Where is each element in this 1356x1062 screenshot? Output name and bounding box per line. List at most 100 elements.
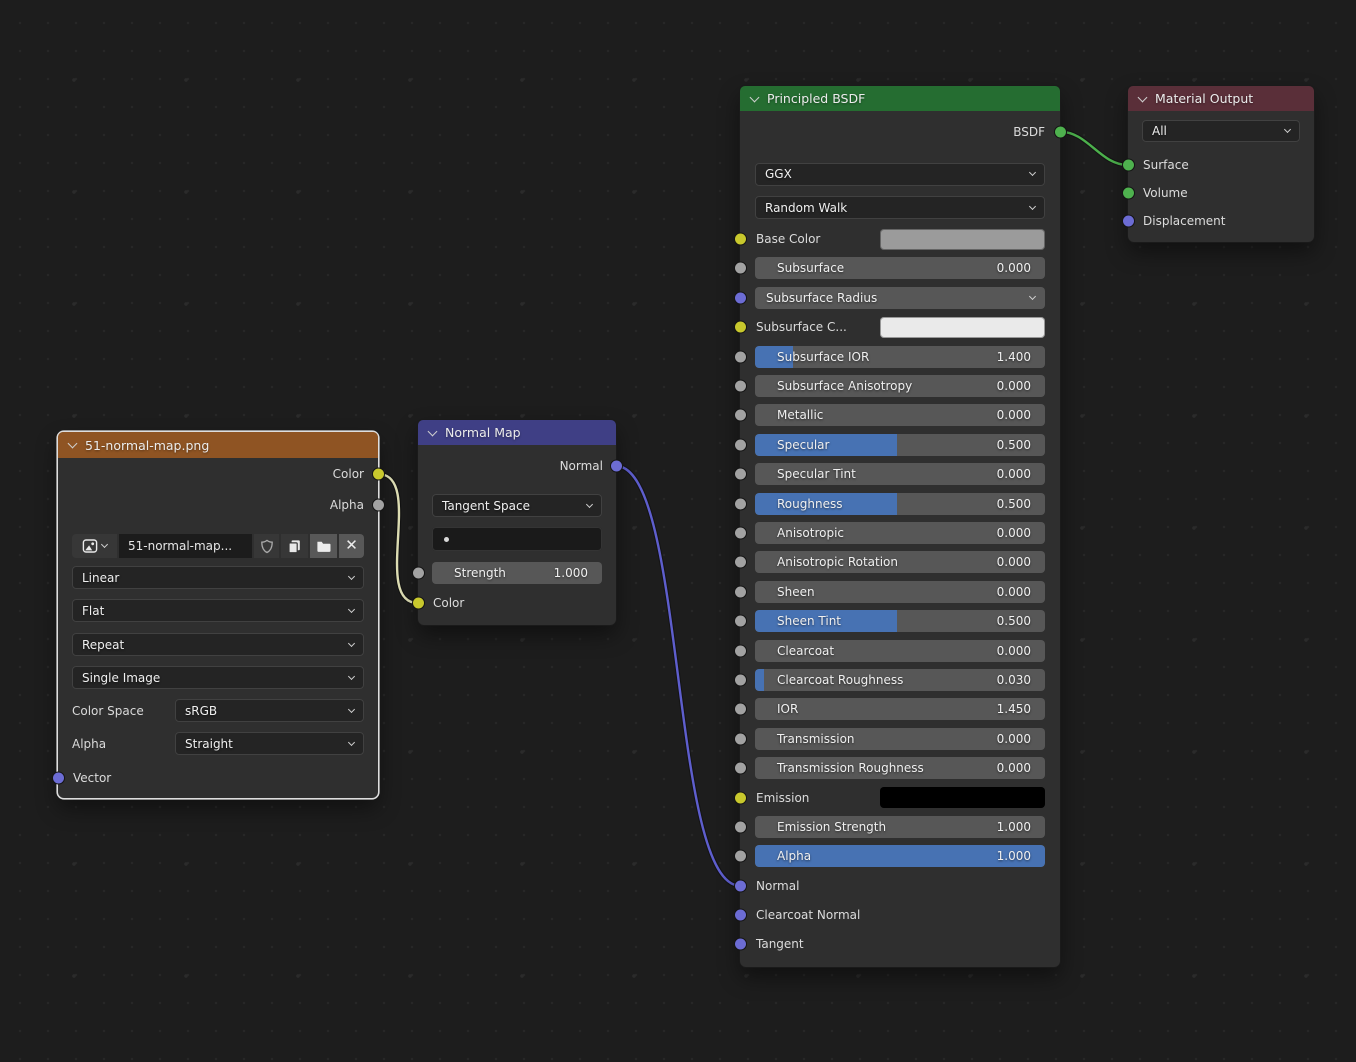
space-dropdown[interactable]: Tangent Space (432, 494, 602, 517)
transmission-roughness-slider[interactable]: Transmission Roughness0.000 (755, 757, 1045, 779)
sheen-slider[interactable]: Sheen0.000 (755, 581, 1045, 603)
alpha-value: 1.000 (997, 849, 1031, 863)
subsurface-c-input-socket[interactable] (734, 321, 747, 334)
uv-map-field[interactable] (432, 527, 602, 551)
strength-value: 1.000 (554, 566, 588, 580)
alpha-mode-row: Alpha Straight (72, 732, 364, 755)
displacement-input-socket[interactable] (1122, 215, 1135, 228)
specular-tint-slider[interactable]: Specular Tint0.000 (755, 463, 1045, 485)
subsurface-radius-dropdown[interactable]: Subsurface Radius (755, 287, 1045, 309)
ior-input-socket[interactable] (734, 703, 747, 716)
subsurface-slider[interactable]: Subsurface0.000 (755, 257, 1045, 279)
clearcoat-roughness-input-socket[interactable] (734, 673, 747, 686)
anisotropic-slider[interactable]: Anisotropic0.000 (755, 522, 1045, 544)
subsurface-c-color-swatch[interactable] (880, 317, 1045, 338)
subsurface-radius-input-socket[interactable] (734, 291, 747, 304)
normal-output-socket[interactable] (610, 460, 623, 473)
subsurface-anisotropy-input-socket[interactable] (734, 380, 747, 393)
transmission-slider[interactable]: Transmission0.000 (755, 728, 1045, 750)
extension-dropdown[interactable]: Repeat (72, 633, 364, 656)
bsdf-output-socket[interactable] (1054, 125, 1067, 138)
specular-slider[interactable]: Specular0.500 (755, 434, 1045, 456)
emission-color-swatch[interactable] (880, 787, 1045, 808)
sheen-tint-slider[interactable]: Sheen Tint0.500 (755, 610, 1045, 632)
collapse-chevron-icon[interactable] (68, 439, 78, 449)
alpha-input-socket[interactable] (734, 850, 747, 863)
emission-input-socket[interactable] (734, 791, 747, 804)
subsurface-ior-slider[interactable]: Subsurface IOR1.400 (755, 346, 1045, 368)
specular-tint-input-socket[interactable] (734, 468, 747, 481)
anisotropic-rotation-input-socket[interactable] (734, 556, 747, 569)
projection-dropdown[interactable]: Flat (72, 599, 364, 622)
color-output-socket[interactable] (372, 468, 385, 481)
clearcoat-label: Clearcoat (777, 644, 834, 658)
tangent-input-socket[interactable] (734, 938, 747, 951)
sheen-tint-input-socket[interactable] (734, 615, 747, 628)
base-color-input-socket[interactable] (734, 233, 747, 246)
alpha-output-socket[interactable] (372, 499, 385, 512)
random-walk-dropdown[interactable]: Random Walk (755, 196, 1045, 219)
anisotropic-rotation-slider[interactable]: Anisotropic Rotation0.000 (755, 551, 1045, 573)
extension-value: Repeat (82, 638, 124, 652)
emission-strength-slider[interactable]: Emission Strength1.000 (755, 816, 1045, 838)
transmission-roughness-input-socket[interactable] (734, 762, 747, 775)
collapse-chevron-icon[interactable] (750, 92, 760, 102)
specular-input-socket[interactable] (734, 438, 747, 451)
duplicate-button[interactable] (281, 534, 308, 558)
collapse-chevron-icon[interactable] (428, 426, 438, 436)
sheen-tint-label: Sheen Tint (777, 614, 841, 628)
transmission-input-socket[interactable] (734, 732, 747, 745)
surface-input-label: Surface (1142, 158, 1189, 172)
color-space-dropdown[interactable]: sRGB (175, 699, 364, 722)
subsurface-input-socket[interactable] (734, 262, 747, 275)
vector-input-socket[interactable] (52, 772, 65, 785)
target-dropdown[interactable]: All (1142, 120, 1300, 142)
image-texture-node[interactable]: 51-normal-map.png Color Alpha 51-norm (58, 432, 378, 798)
ior-slider[interactable]: IOR1.450 (755, 698, 1045, 720)
anisotropic-input-socket[interactable] (734, 526, 747, 539)
strength-slider[interactable]: Strength 1.000 (432, 562, 602, 584)
clearcoat-roughness-slider-fill (755, 669, 764, 691)
base-color-color-swatch[interactable] (880, 229, 1045, 250)
metallic-slider[interactable]: Metallic0.000 (755, 404, 1045, 426)
roughness-input-socket[interactable] (734, 497, 747, 510)
volume-input-socket[interactable] (1122, 187, 1135, 200)
normal-input-socket[interactable] (734, 879, 747, 892)
image-texture-node-header[interactable]: 51-normal-map.png (58, 432, 378, 458)
image-browse-button[interactable] (72, 534, 117, 558)
principled-bsdf-node-header[interactable]: Principled BSDF (740, 86, 1060, 111)
unlink-image-button[interactable]: ✕ (339, 534, 364, 558)
subsurface-anisotropy-label: Subsurface Anisotropy (777, 379, 912, 393)
fake-user-button[interactable] (254, 534, 279, 558)
metallic-input-socket[interactable] (734, 409, 747, 422)
normal-map-node-header[interactable]: Normal Map (418, 420, 616, 445)
color-input-socket[interactable] (412, 597, 425, 610)
normal-label: Normal (755, 879, 799, 893)
clearcoat-slider[interactable]: Clearcoat0.000 (755, 640, 1045, 662)
ggx-dropdown[interactable]: GGX (755, 163, 1045, 186)
interpolation-dropdown[interactable]: Linear (72, 566, 364, 589)
clearcoat-normal-input-socket[interactable] (734, 909, 747, 922)
clearcoat-roughness-slider[interactable]: Clearcoat Roughness0.030 (755, 669, 1045, 691)
subsurface-label: Subsurface (777, 261, 844, 275)
roughness-slider[interactable]: Roughness0.500 (755, 493, 1045, 515)
bsdf-row-tangent: Tangent (740, 930, 1060, 959)
normal-map-node[interactable]: Normal Map Normal Tangent Space Strength… (418, 420, 616, 625)
alpha-mode-dropdown[interactable]: Straight (175, 732, 364, 755)
surface-input-socket[interactable] (1122, 159, 1135, 172)
image-name-field[interactable]: 51-normal-map... (119, 534, 252, 558)
collapse-chevron-icon[interactable] (1138, 92, 1148, 102)
sheen-input-socket[interactable] (734, 585, 747, 598)
subsurface-ior-input-socket[interactable] (734, 350, 747, 363)
strength-input-socket[interactable] (412, 567, 425, 580)
open-image-button[interactable] (310, 534, 337, 558)
node-editor-canvas[interactable]: 51-normal-map.png Color Alpha 51-norm (0, 0, 1356, 1062)
alpha-slider[interactable]: Alpha1.000 (755, 845, 1045, 867)
principled-bsdf-node[interactable]: Principled BSDF BSDF GGXRandom WalkBase … (740, 86, 1060, 967)
material-output-node-header[interactable]: Material Output (1128, 86, 1314, 111)
subsurface-anisotropy-slider[interactable]: Subsurface Anisotropy0.000 (755, 375, 1045, 397)
emission-strength-input-socket[interactable] (734, 820, 747, 833)
material-output-node[interactable]: Material Output All Surface Volume Displ… (1128, 86, 1314, 242)
source-dropdown[interactable]: Single Image (72, 666, 364, 689)
clearcoat-input-socket[interactable] (734, 644, 747, 657)
